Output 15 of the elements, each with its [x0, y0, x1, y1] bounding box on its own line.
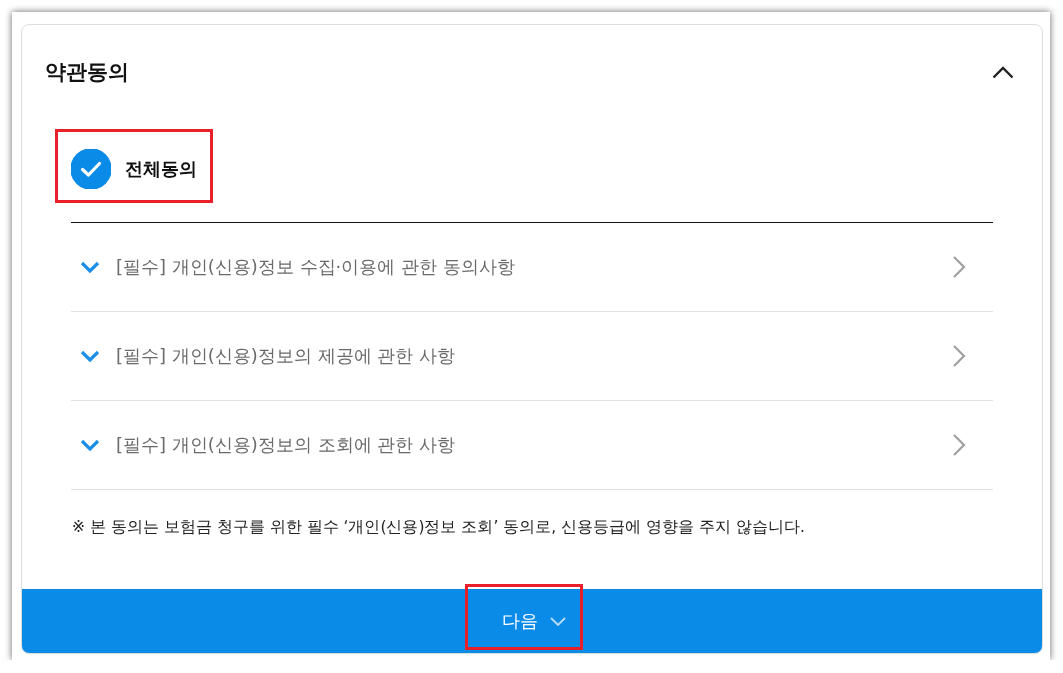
section-title: 약관동의	[45, 59, 129, 86]
agree-all-checkbox[interactable]: 전체동의	[71, 149, 197, 189]
terms-item[interactable]: [필수] 개인(신용)정보 수집·이용에 관한 동의사항	[71, 223, 993, 312]
terms-label: [필수] 개인(신용)정보의 제공에 관한 사항	[116, 344, 456, 368]
terms-label: [필수] 개인(신용)정보 수집·이용에 관한 동의사항	[116, 255, 516, 279]
notice-text: ※ 본 동의는 보험금 청구를 위한 필수 ‘개인(신용)정보 조회’ 동의로, 신용등급에 영향을 주지 않습니다.	[72, 517, 806, 538]
terms-item[interactable]: [필수] 개인(신용)정보의 제공에 관한 사항	[71, 312, 993, 401]
terms-label: [필수] 개인(신용)정보의 조회에 관한 사항	[116, 433, 456, 457]
chevron-down-icon	[550, 616, 566, 626]
chevron-right-icon	[952, 255, 966, 279]
chevron-right-icon	[952, 344, 966, 368]
terms-item[interactable]: [필수] 개인(신용)정보의 조회에 관한 사항	[71, 401, 993, 490]
collapse-chevron-icon[interactable]	[992, 65, 1014, 79]
chevron-right-icon	[952, 433, 966, 457]
next-button[interactable]: 다음	[22, 589, 1042, 653]
